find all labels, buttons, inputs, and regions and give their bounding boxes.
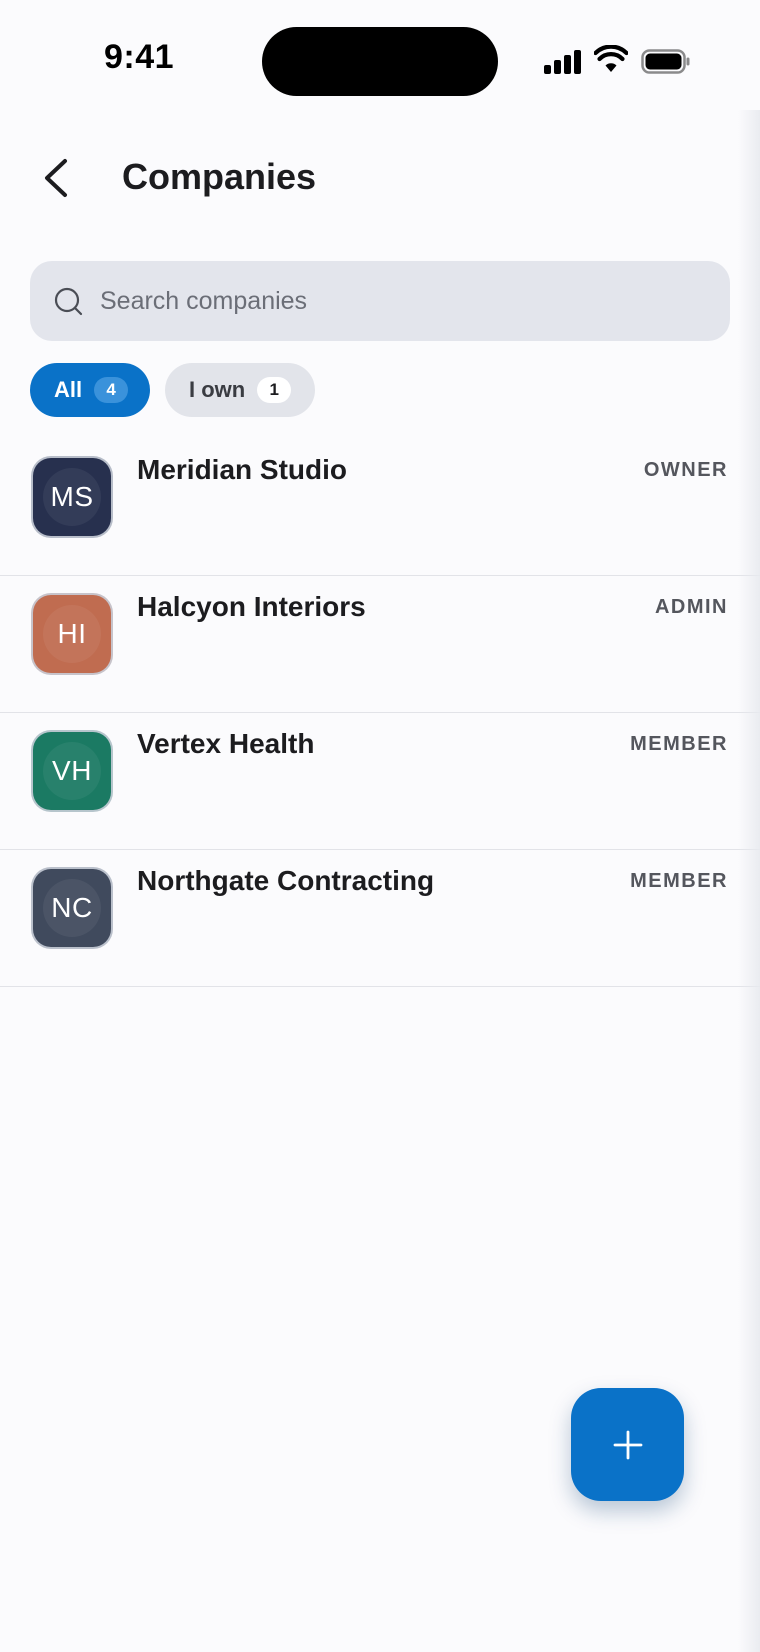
company-row[interactable]: VH Vertex Health MEMBER [0, 713, 760, 850]
company-row[interactable]: NC Northgate Contracting MEMBER [0, 850, 760, 987]
wifi-icon [594, 45, 628, 72]
company-avatar: MS [31, 456, 113, 538]
role-label: OWNER [643, 459, 728, 481]
avatar-initials: VH [52, 755, 92, 786]
avatar-initials: HI [57, 618, 87, 649]
add-company-button[interactable] [571, 1388, 684, 1501]
plus-icon [613, 1430, 642, 1459]
company-avatar: NC [31, 867, 113, 949]
cellular-signal-icon [544, 50, 584, 74]
company-row[interactable]: HI Halcyon Interiors ADMIN [0, 576, 760, 713]
role-label: MEMBER [630, 870, 728, 892]
company-name: Halcyon Interiors [137, 591, 366, 622]
company-name: Meridian Studio [137, 454, 347, 485]
page-title: Companies [122, 156, 317, 197]
avatar-initials: MS [50, 481, 94, 512]
filter-chip-all[interactable]: All 4 [30, 363, 150, 417]
count-badge: 1 [257, 377, 292, 403]
company-name: Vertex Health [137, 728, 315, 759]
dynamic-island [262, 27, 498, 96]
companies-screen: 9:41 Companies All 4 I own 1 [0, 0, 760, 1652]
filter-chip-i-own[interactable]: I own 1 [165, 363, 315, 417]
role-label: ADMIN [654, 596, 728, 618]
battery-icon [641, 49, 690, 74]
search-input[interactable] [100, 261, 700, 341]
count-badge: 4 [94, 377, 129, 403]
role-label: MEMBER [630, 733, 728, 755]
search-bar[interactable] [30, 261, 730, 341]
company-name: Northgate Contracting [137, 865, 435, 896]
chevron-left-icon[interactable] [38, 155, 78, 201]
status-time: 9:41 [104, 38, 175, 76]
company-avatar: VH [31, 730, 113, 812]
filter-chip-label: I own [189, 377, 246, 402]
company-avatar: HI [31, 593, 113, 675]
search-icon [54, 287, 83, 316]
edge-shadow [738, 110, 760, 1652]
avatar-initials: NC [51, 892, 93, 923]
company-row[interactable]: MS Meridian Studio OWNER [0, 439, 760, 576]
filter-chip-label: All [54, 377, 83, 402]
